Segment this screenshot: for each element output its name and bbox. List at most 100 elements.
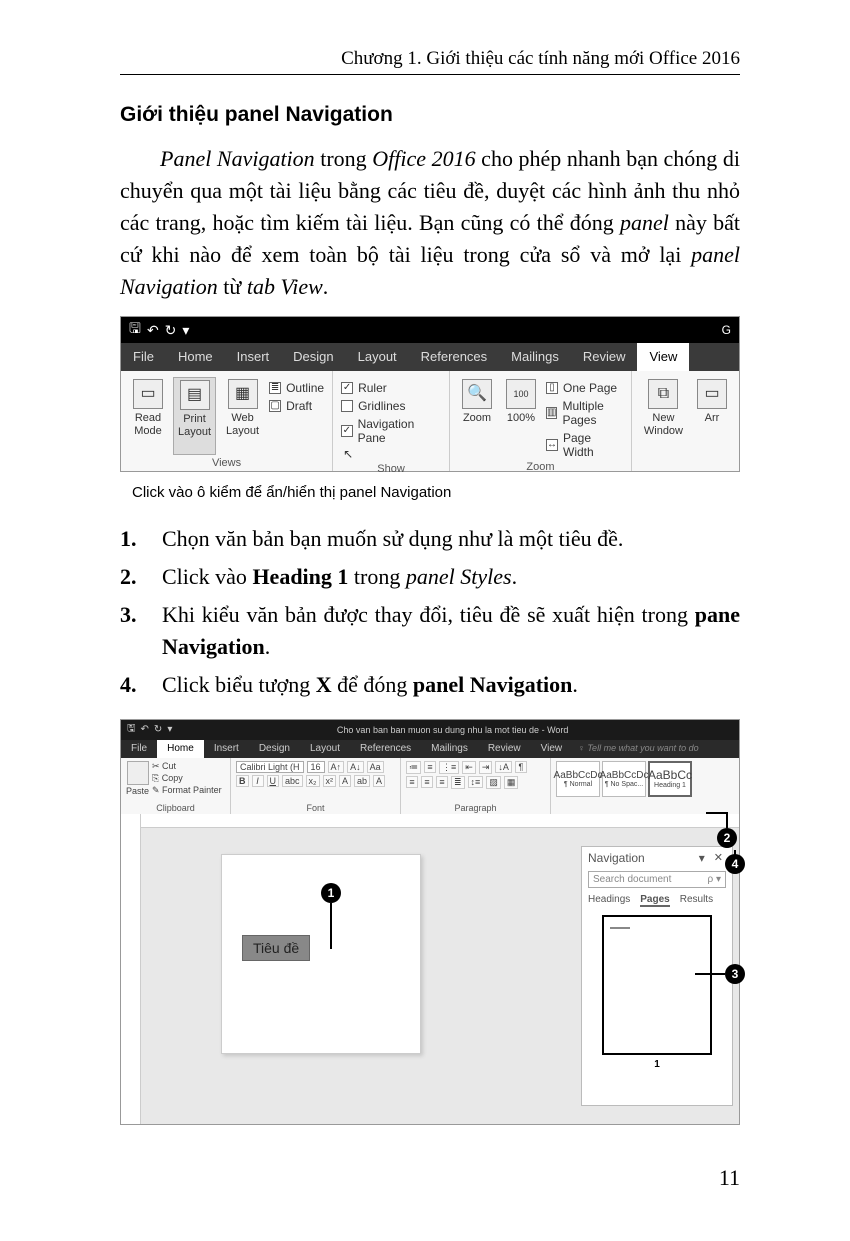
nav-tab-pages[interactable]: Pages [640, 894, 669, 907]
multi-page-button[interactable]: ▥Multiple Pages [546, 399, 623, 427]
navigation-panel: Navigation ▾ ✕ Search document ρ ▾ Headi… [581, 846, 733, 1106]
tab-layout[interactable]: Layout [346, 343, 409, 371]
font-color-button[interactable]: A [373, 775, 385, 787]
nav-tab-headings[interactable]: Headings [588, 894, 630, 907]
change-case-button[interactable]: Aa [367, 761, 384, 773]
nav-search-input[interactable]: Search document ρ ▾ [588, 871, 726, 888]
italic-button[interactable]: I [252, 775, 264, 787]
tab-references[interactable]: References [409, 343, 499, 371]
style-no-spacing[interactable]: AaBbCcDc¶ No Spac... [602, 761, 646, 797]
tab-layout[interactable]: Layout [300, 740, 350, 758]
read-mode-button[interactable]: ▭Read Mode [129, 377, 167, 455]
justify-button[interactable]: ≣ [451, 776, 465, 789]
group-font: Calibri Light (H 16 A↑ A↓ Aa B I U abc x… [231, 758, 401, 814]
group-paragraph: ≔ ≡ ⋮≡ ⇤ ⇥ ↓A ¶ ≡ ≡ ≡ ≣ ↕≡ ▨ ▦ [401, 758, 551, 814]
read-mode-icon: ▭ [133, 379, 163, 409]
web-layout-icon: ▦ [228, 379, 258, 409]
tell-me[interactable]: ♀ Tell me what you want to do [572, 740, 705, 758]
highlight-button[interactable]: ab [354, 775, 370, 787]
arrange-button[interactable]: ▭Arr [693, 377, 731, 469]
font-name-select[interactable]: Calibri Light (H [236, 761, 304, 773]
align-left-button[interactable]: ≡ [406, 776, 418, 788]
save-icon[interactable]: 🖫 [129, 318, 141, 342]
section-title: Giới thiệu panel Navigation [120, 103, 740, 127]
close-icon[interactable]: ✕ [711, 851, 726, 865]
shading-button[interactable]: ▨ [486, 776, 501, 789]
paste-button[interactable]: Paste [126, 761, 149, 796]
inc-indent-button[interactable]: ⇥ [479, 761, 493, 774]
callout-2: 2 [717, 828, 737, 848]
format-painter-button[interactable]: ✎ Format Painter [152, 785, 222, 796]
tab-insert[interactable]: Insert [225, 343, 282, 371]
style-heading1[interactable]: AaBbCcHeading 1 [648, 761, 692, 797]
page-width-button[interactable]: ↔Page Width [546, 431, 623, 459]
draft-button[interactable]: ▢Draft [269, 399, 324, 413]
dec-indent-button[interactable]: ⇤ [462, 761, 476, 774]
tab-design[interactable]: Design [249, 740, 300, 758]
tab-review[interactable]: Review [571, 343, 638, 371]
ruler-checkbox[interactable]: Ruler [341, 381, 441, 395]
web-layout-button[interactable]: ▦Web Layout [222, 377, 263, 455]
borders-button[interactable]: ▦ [504, 776, 519, 789]
gridlines-checkbox[interactable]: Gridlines [341, 399, 441, 413]
zoom-100-button[interactable]: 100100% [502, 377, 540, 459]
navpane-checkbox[interactable]: Navigation Pane [341, 417, 441, 445]
new-window-button[interactable]: ⧉New Window [640, 377, 687, 469]
chapter-header: Chương 1. Giới thiệu các tính năng mới O… [120, 48, 740, 70]
grow-font-button[interactable]: A↑ [328, 761, 345, 773]
redo-icon[interactable]: ↻ [165, 322, 177, 339]
tab-file[interactable]: File [121, 740, 157, 758]
outline-button[interactable]: ≣Outline [269, 381, 324, 395]
bullets-button[interactable]: ≔ [406, 761, 421, 774]
ribbon-tabs: File Home Insert Design Layout Reference… [121, 343, 739, 371]
ribbon2-tabs: File Home Insert Design Layout Reference… [121, 740, 739, 758]
tab-home[interactable]: Home [157, 740, 204, 758]
qat-more-icon[interactable]: ▾ [182, 322, 189, 339]
multilevel-button[interactable]: ⋮≡ [439, 761, 459, 774]
tab-view[interactable]: View [637, 343, 689, 371]
align-center-button[interactable]: ≡ [421, 776, 433, 788]
strike-button[interactable]: abc [282, 775, 303, 787]
line-spacing-button[interactable]: ↕≡ [468, 776, 484, 788]
tab-review[interactable]: Review [478, 740, 531, 758]
show-marks-button[interactable]: ¶ [515, 761, 527, 773]
tab-mailings[interactable]: Mailings [421, 740, 478, 758]
cut-button[interactable]: ✂ Cut [152, 761, 222, 772]
tab-home[interactable]: Home [166, 343, 225, 371]
nav-dropdown-icon[interactable]: ▾ [699, 851, 705, 865]
shrink-font-button[interactable]: A↓ [347, 761, 364, 773]
sort-button[interactable]: ↓A [495, 761, 512, 773]
style-normal[interactable]: AaBbCcDc¶ Normal [556, 761, 600, 797]
nav-tab-results[interactable]: Results [680, 894, 713, 907]
callout-4: 4 [725, 854, 745, 874]
undo-icon[interactable]: ↶ [147, 322, 159, 339]
undo-icon[interactable]: ↶ [141, 724, 149, 735]
thumbnail-text-line [610, 927, 630, 929]
bold-button[interactable]: B [236, 775, 249, 787]
text-effects-button[interactable]: A [339, 775, 351, 787]
group-styles: AaBbCcDc¶ Normal AaBbCcDc¶ No Spac... Aa… [551, 758, 739, 814]
one-page-button[interactable]: ▯One Page [546, 381, 623, 395]
print-layout-button[interactable]: ▤Print Layout [173, 377, 216, 455]
tab-view[interactable]: View [531, 740, 573, 758]
document-page[interactable]: Tiêu đề [221, 854, 421, 1054]
copy-button[interactable]: ⎘ Copy [152, 773, 222, 784]
tab-file[interactable]: File [121, 343, 166, 371]
search-icon: ρ ▾ [708, 874, 722, 885]
align-right-button[interactable]: ≡ [436, 776, 448, 788]
underline-button[interactable]: U [267, 775, 280, 787]
step-4: 4.Click biểu tượng X để đóng panel Navig… [120, 669, 740, 701]
font-size-select[interactable]: 16 [307, 761, 325, 773]
redo-icon[interactable]: ↻ [154, 724, 162, 735]
tab-design[interactable]: Design [281, 343, 345, 371]
zoom-button[interactable]: 🔍Zoom [458, 377, 496, 459]
numbering-button[interactable]: ≡ [424, 761, 436, 773]
superscript-button[interactable]: x² [323, 775, 337, 787]
tab-references[interactable]: References [350, 740, 421, 758]
save-icon[interactable]: 🖫 [127, 721, 136, 738]
tab-insert[interactable]: Insert [204, 740, 249, 758]
subscript-button[interactable]: x₂ [306, 775, 320, 787]
page-thumbnail[interactable] [602, 915, 712, 1055]
selected-heading-text[interactable]: Tiêu đề [242, 935, 310, 961]
tab-mailings[interactable]: Mailings [499, 343, 571, 371]
